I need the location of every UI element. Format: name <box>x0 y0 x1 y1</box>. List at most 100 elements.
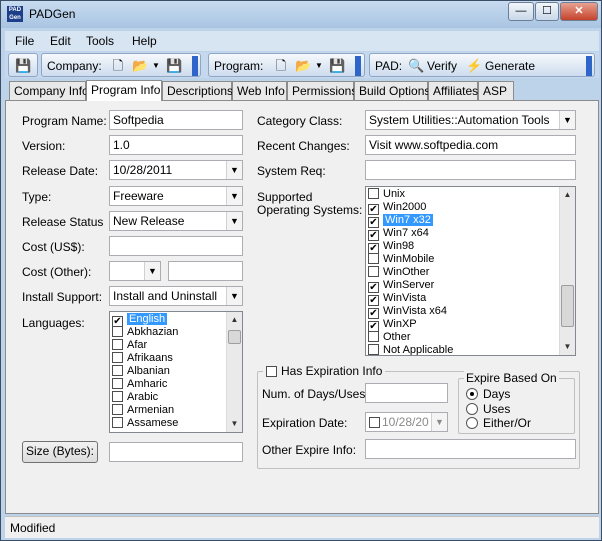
has-expiration-check-box[interactable] <box>266 366 277 377</box>
cost-us-field[interactable] <box>109 236 243 256</box>
checkbox-checked-icon[interactable]: ✔ <box>368 230 379 241</box>
checkbox-checked-icon[interactable]: ✔ <box>368 204 379 215</box>
save-icon[interactable]: 💾 <box>15 58 31 74</box>
checkbox-icon[interactable] <box>112 326 123 337</box>
program-name-field[interactable]: Softpedia <box>109 110 243 130</box>
os-item[interactable]: Not Applicable <box>368 344 453 355</box>
checkbox-checked-icon[interactable]: ✔ <box>368 243 379 254</box>
num-days-field[interactable] <box>365 383 448 403</box>
tab-descriptions[interactable]: Descriptions <box>162 81 233 100</box>
close-button[interactable]: ✕ <box>560 2 598 21</box>
verify-button[interactable]: Verify <box>427 59 457 73</box>
os-item[interactable]: ✔ WinServer <box>368 279 434 293</box>
release-date-picker[interactable]: 10/28/2011 ▼ <box>109 160 243 180</box>
checkbox-checked-icon[interactable]: ✔ <box>368 295 379 306</box>
checkbox-icon[interactable] <box>368 253 379 264</box>
checkbox-checked-icon[interactable]: ✔ <box>368 217 379 228</box>
tab-build-options[interactable]: Build Options <box>354 81 430 100</box>
language-item[interactable]: Afar <box>112 339 147 352</box>
language-item[interactable]: Armenian <box>112 404 174 417</box>
tab-web-info[interactable]: Web Info <box>232 81 287 100</box>
open-program-dropdown-icon[interactable]: ▼ <box>311 58 327 74</box>
scroll-down-icon[interactable]: ▼ <box>560 339 575 355</box>
checkbox-checked-icon[interactable]: ✔ <box>368 282 379 293</box>
category-class-select[interactable]: System Utilities::Automation Tools ▼ <box>365 110 576 130</box>
tab-asp[interactable]: ASP <box>478 81 514 100</box>
languages-checklist[interactable]: Assamese Armenian Arabic Amharic Albanian Afr… <box>109 311 243 433</box>
company-grip-icon[interactable] <box>192 56 198 76</box>
menu-edit[interactable]: Edit <box>50 34 71 48</box>
language-item[interactable]: ✔ English <box>112 313 168 327</box>
os-item[interactable]: Unix <box>368 188 405 201</box>
language-item[interactable]: Assamese <box>112 417 178 430</box>
checkbox-icon[interactable] <box>112 404 123 415</box>
chevron-down-icon[interactable]: ▼ <box>559 111 575 129</box>
os-item[interactable]: ✔ Win7 x64 <box>368 227 429 241</box>
chevron-down-icon[interactable]: ▼ <box>226 212 242 230</box>
checkbox-checked-icon[interactable]: ✔ <box>368 308 379 319</box>
os-item[interactable]: ✔ WinVista <box>368 292 426 306</box>
cost-other-currency-select[interactable]: ▼ <box>109 261 161 281</box>
open-company-icon[interactable]: 📂 <box>132 58 148 74</box>
program-grip-icon[interactable] <box>355 56 361 76</box>
checkbox-icon[interactable] <box>112 378 123 389</box>
operating-systems-checklist[interactable]: Not Applicable Other ✔ WinXP ✔ WinVista x64 ✔ W… <box>365 186 576 356</box>
generate-button[interactable]: Generate <box>485 59 535 73</box>
version-field[interactable]: 1.0 <box>109 135 243 155</box>
expire-option-days[interactable]: Days <box>466 387 510 401</box>
recent-changes-field[interactable]: Visit www.softpedia.com <box>365 135 576 155</box>
open-program-icon[interactable]: 📂 <box>295 58 311 74</box>
os-item[interactable]: ✔ WinXP <box>368 318 417 332</box>
system-req-field[interactable] <box>365 160 576 180</box>
checkbox-checked-icon[interactable]: ✔ <box>112 316 123 327</box>
chevron-down-icon[interactable]: ▼ <box>226 187 242 205</box>
menu-file[interactable]: File <box>15 34 34 48</box>
checkbox-icon[interactable] <box>368 331 379 342</box>
install-support-select[interactable]: Install and Uninstall ▼ <box>109 286 243 306</box>
language-item[interactable]: Albanian <box>112 365 170 378</box>
expire-option-uses[interactable]: Uses <box>466 402 510 416</box>
radio-selected-icon[interactable] <box>466 388 478 400</box>
chevron-down-icon[interactable]: ▼ <box>431 413 447 431</box>
os-item[interactable]: ✔ Win98 <box>368 240 414 254</box>
checkbox-checked-icon[interactable]: ✔ <box>368 321 379 332</box>
os-item[interactable]: Other <box>368 331 411 344</box>
tab-permissions[interactable]: Permissions <box>287 81 357 100</box>
expire-option-either[interactable]: Either/Or <box>466 416 531 430</box>
has-expiration-checkbox[interactable]: Has Expiration Info <box>263 364 386 378</box>
save-program-icon[interactable]: 💾 <box>329 58 345 74</box>
save-company-icon[interactable]: 💾 <box>166 58 182 74</box>
other-expire-field[interactable] <box>365 439 576 459</box>
chevron-down-icon[interactable]: ▼ <box>226 287 242 305</box>
checkbox-icon[interactable] <box>112 352 123 363</box>
radio-icon[interactable] <box>466 403 478 415</box>
checkbox-icon[interactable] <box>112 365 123 376</box>
languages-scrollbar[interactable]: ▲ ▼ <box>226 312 242 432</box>
checkbox-icon[interactable] <box>112 339 123 350</box>
expiration-date-check-box[interactable] <box>369 417 380 428</box>
size-field[interactable] <box>109 442 243 462</box>
title-bar[interactable]: PAD Gen PADGen — ☐ ✕ <box>1 1 601 28</box>
language-item[interactable]: Arabic <box>112 391 158 404</box>
chevron-down-icon[interactable]: ▼ <box>226 161 242 179</box>
language-item[interactable]: Afrikaans <box>112 352 173 365</box>
language-item[interactable]: Amharic <box>112 378 167 391</box>
release-status-select[interactable]: New Release ▼ <box>109 211 243 231</box>
size-bytes-button[interactable]: Size (Bytes): <box>22 441 98 463</box>
maximize-button[interactable]: ☐ <box>535 2 559 21</box>
os-item[interactable]: ✔ Win7 x32 <box>368 214 433 228</box>
cost-other-field[interactable] <box>168 261 243 281</box>
checkbox-icon[interactable] <box>368 344 379 355</box>
scroll-thumb[interactable] <box>561 285 574 327</box>
checkbox-icon[interactable] <box>112 417 123 428</box>
checkbox-icon[interactable] <box>368 266 379 277</box>
scroll-up-icon[interactable]: ▲ <box>560 187 575 203</box>
new-company-icon[interactable]: 🗋 <box>110 58 126 74</box>
os-item[interactable]: ✔ WinVista x64 <box>368 305 447 319</box>
tab-program-info[interactable]: Program Info <box>86 80 162 101</box>
generate-icon[interactable]: ⚡ <box>466 58 482 74</box>
os-item[interactable]: WinMobile <box>368 253 434 266</box>
new-program-icon[interactable]: 🗋 <box>273 58 289 74</box>
os-scrollbar[interactable]: ▲ ▼ <box>559 187 575 355</box>
minimize-button[interactable]: — <box>508 2 534 21</box>
